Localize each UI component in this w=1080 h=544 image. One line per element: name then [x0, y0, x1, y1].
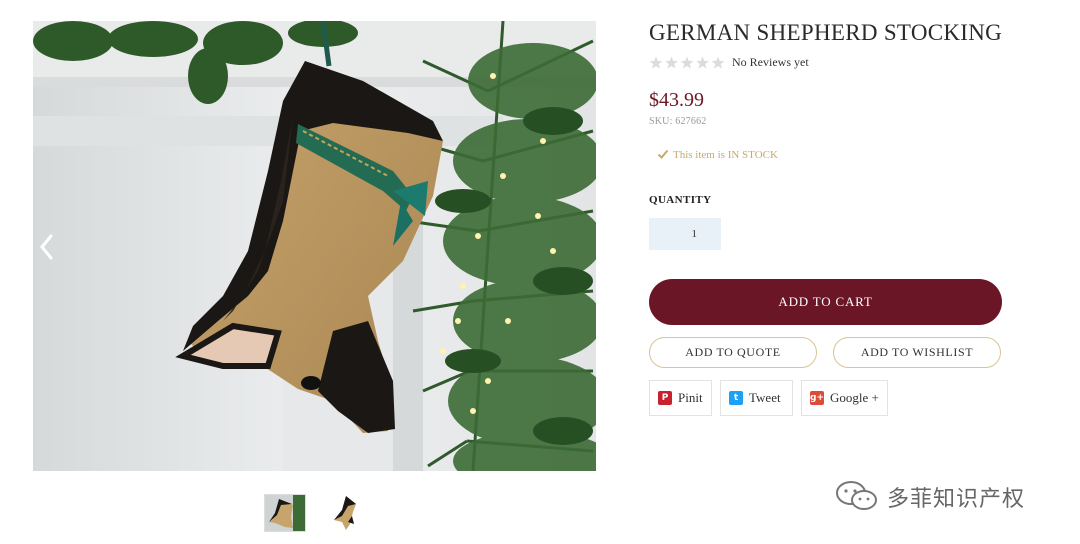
share-google-plus-button[interactable]: g+ Google + [801, 380, 888, 416]
share-pinterest-button[interactable]: P Pinit [649, 380, 712, 416]
share-twitter-label: Tweet [749, 390, 781, 405]
stocking-photo [33, 21, 596, 471]
add-to-wishlist-button[interactable]: ADD TO WISHLIST [833, 337, 1001, 368]
rating-stars-icon [649, 56, 725, 69]
product-price: $43.99 [649, 89, 704, 111]
share-twitter-button[interactable]: t Tweet [720, 380, 793, 416]
share-pinterest-label: Pinit [678, 390, 703, 405]
product-title: GERMAN SHEPHERD STOCKING [649, 20, 1003, 45]
quantity-input[interactable] [649, 218, 721, 250]
watermark-text: 多菲知识产权 [887, 487, 1026, 512]
chevron-left-icon [40, 234, 53, 260]
thumbnail-2[interactable] [326, 494, 366, 532]
gallery-prev-button[interactable] [38, 232, 56, 262]
thumbnail-1[interactable] [264, 494, 306, 532]
check-icon [657, 149, 669, 159]
quantity-label: QUANTITY [649, 194, 712, 206]
reviews-link[interactable]: No Reviews yet [732, 55, 809, 70]
stock-text: This item is IN STOCK [673, 149, 778, 161]
google-plus-icon: g+ [810, 391, 824, 405]
product-sku: SKU: 627662 [649, 116, 707, 127]
twitter-icon: t [729, 391, 743, 405]
wechat-logo-icon [836, 481, 877, 510]
product-main-image [33, 21, 596, 471]
add-to-quote-button[interactable]: ADD TO QUOTE [649, 337, 817, 368]
pinterest-icon: P [658, 391, 672, 405]
add-to-cart-button[interactable]: ADD TO CART [649, 279, 1002, 325]
stock-status: This item is IN STOCK [657, 148, 778, 161]
share-google-plus-label: Google + [830, 390, 879, 405]
